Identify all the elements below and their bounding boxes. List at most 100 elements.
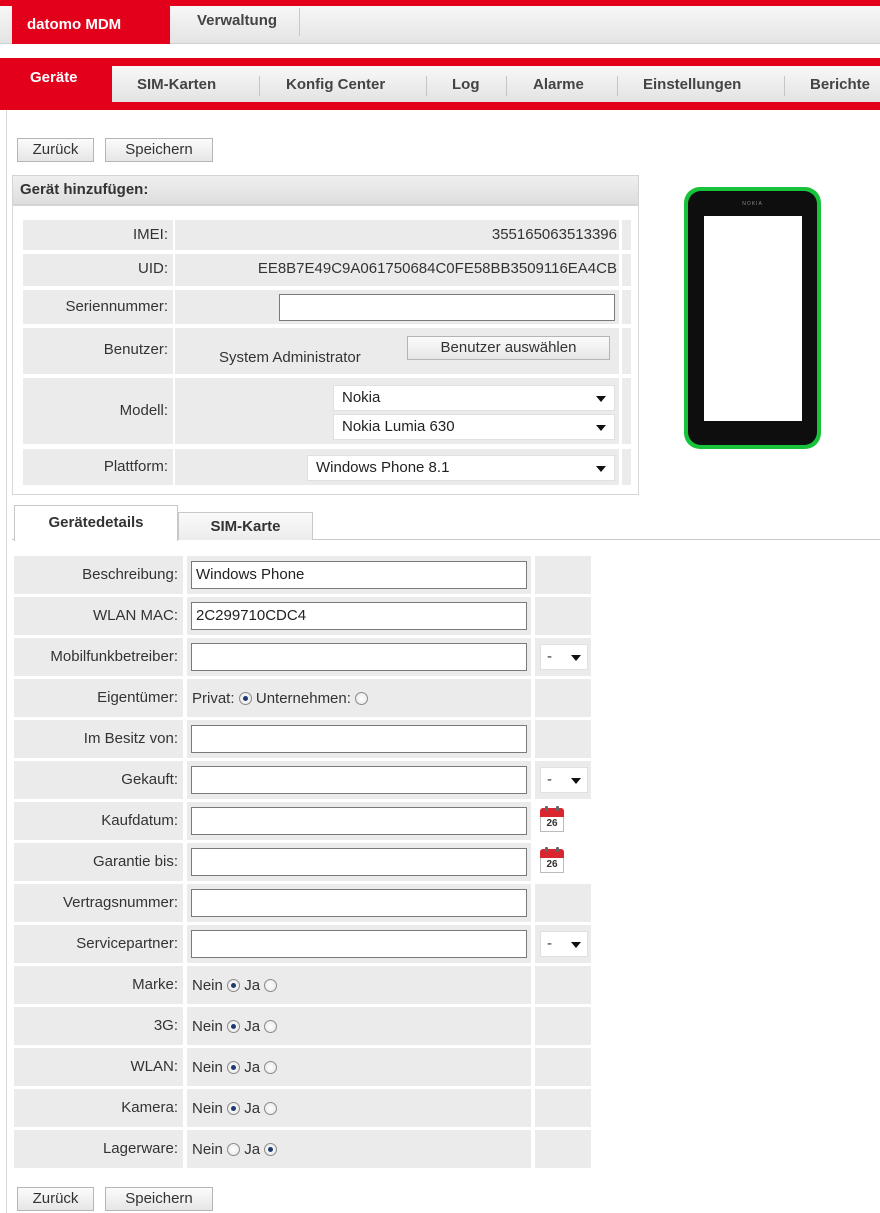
row-extra-cell [535,884,591,922]
calendar-ring [556,847,559,852]
nav-tab-geraete[interactable]: Geräte [12,58,112,102]
lagerware-yes-radio[interactable] [264,1143,278,1156]
select-user-button[interactable]: Benutzer auswählen [407,336,610,360]
chevron-down-icon [596,425,606,431]
section-title: Gerät hinzufügen: [12,175,639,205]
wlan-mac-input[interactable]: 2C299710CDC4 [191,602,527,630]
imei-label: IMEI: [23,220,173,250]
menu-verwaltung[interactable]: Verwaltung [175,8,301,36]
row-extra-cell [535,1089,591,1127]
contract-input[interactable] [191,889,527,917]
warranty-label: Garantie bis: [14,843,183,881]
nav-divider [426,76,427,96]
model-select[interactable]: Nokia Lumia 630 [333,414,615,440]
holder-input[interactable] [191,725,527,753]
lagerware-no-radio[interactable] [227,1143,241,1156]
carrier-label: Mobilfunkbetreiber: [14,638,183,676]
calendar-icon[interactable]: 26 [540,806,564,834]
wlan-no-radio[interactable] [227,1061,241,1074]
marke-yes-radio[interactable] [264,979,278,992]
nav-tab-log[interactable]: Log [452,66,480,102]
chevron-down-icon [596,466,606,472]
toggle-label-3g: 3G: [14,1007,183,1045]
no-label: Nein [192,1059,223,1076]
carrier-select[interactable]: - [540,644,588,670]
owner-company-radio[interactable] [355,692,369,705]
row-extra-cell [535,1007,591,1045]
nav-divider [784,76,785,96]
3g-yes-radio[interactable] [264,1020,278,1033]
partner-select[interactable]: - [540,931,588,957]
nav-tab-sim-karten[interactable]: SIM-Karten [137,66,216,102]
partner-input[interactable] [191,930,527,958]
kamera-yes-radio[interactable] [264,1102,278,1115]
calendar-icon[interactable]: 26 [540,847,564,875]
carrier-select-value: - [547,648,552,665]
calendar-ring [545,847,548,852]
yes-label: Ja [244,1100,261,1117]
owner-private-radio[interactable] [238,692,252,705]
nav-tab-alarme[interactable]: Alarme [533,66,584,102]
uid-label: UID: [23,254,173,286]
save-button-bottom[interactable]: Speichern [105,1187,213,1211]
no-label: Nein [192,1141,223,1158]
row-extra-cell [535,597,591,635]
tab-sim-karte[interactable]: SIM-Karte [178,512,313,540]
calendar-day: 26 [540,858,564,873]
toggle-wlan: Nein Ja [192,1053,278,1083]
platform-select[interactable]: Windows Phone 8.1 [307,455,615,481]
row-extra-cell [535,556,591,594]
device-panel: IMEI: 355165063513396 UID: EE8B7E49C9A06… [12,205,639,495]
bought-select[interactable]: - [540,767,588,793]
brand-tab[interactable]: datomo MDM [12,6,170,44]
owner-private-label: Privat: [192,690,235,707]
yes-label: Ja [244,1059,261,1076]
toggle-lagerware: Nein Ja [192,1135,278,1165]
phone-shell: NOKIA [688,191,817,445]
purchase-date-label: Kaufdatum: [14,802,183,840]
description-input[interactable]: Windows Phone [191,561,527,589]
partner-label: Servicepartner: [14,925,183,963]
calendar-header [540,808,564,817]
carrier-input[interactable] [191,643,527,671]
nav-tab-berichte[interactable]: Berichte [810,66,870,102]
toggle-3g: Nein Ja [192,1012,278,1042]
back-button-top[interactable]: Zurück [17,138,94,162]
warranty-input[interactable] [191,848,527,876]
bought-input[interactable] [191,766,527,794]
nav-divider [259,76,260,96]
holder-label: Im Besitz von: [14,720,183,758]
calendar-ring [545,806,548,811]
3g-no-radio[interactable] [227,1020,241,1033]
manufacturer-select[interactable]: Nokia [333,385,615,411]
bought-select-value: - [547,771,552,788]
toggle-kamera: Nein Ja [192,1094,278,1124]
model-label: Modell: [23,378,173,444]
yes-label: Ja [244,1018,261,1035]
tab-geraetedetails[interactable]: Gerätedetails [14,505,178,541]
partner-select-value: - [547,935,552,952]
purchase-date-input[interactable] [191,807,527,835]
row-end-cell [622,290,631,324]
marke-no-radio[interactable] [227,979,241,992]
user-value: System Administrator [219,349,361,366]
row-extra-cell [535,720,591,758]
chevron-down-icon [571,655,581,661]
calendar-header [540,849,564,858]
toggle-marke: Nein Ja [192,971,278,1001]
row-end-cell [622,449,631,485]
user-label: Benutzer: [23,328,173,374]
wlan-yes-radio[interactable] [264,1061,278,1074]
nav-tab-einstellungen[interactable]: Einstellungen [643,66,741,102]
yes-label: Ja [244,977,261,994]
kamera-no-radio[interactable] [227,1102,241,1115]
no-label: Nein [192,977,223,994]
row-end-cell [622,378,631,444]
serial-input[interactable] [279,294,615,321]
back-button-bottom[interactable]: Zurück [17,1187,94,1211]
no-label: Nein [192,1018,223,1035]
model-value: Nokia Lumia 630 [342,418,455,435]
save-button-top[interactable]: Speichern [105,138,213,162]
row-extra-cell [535,679,591,717]
nav-tab-konfig-center[interactable]: Konfig Center [286,66,385,102]
